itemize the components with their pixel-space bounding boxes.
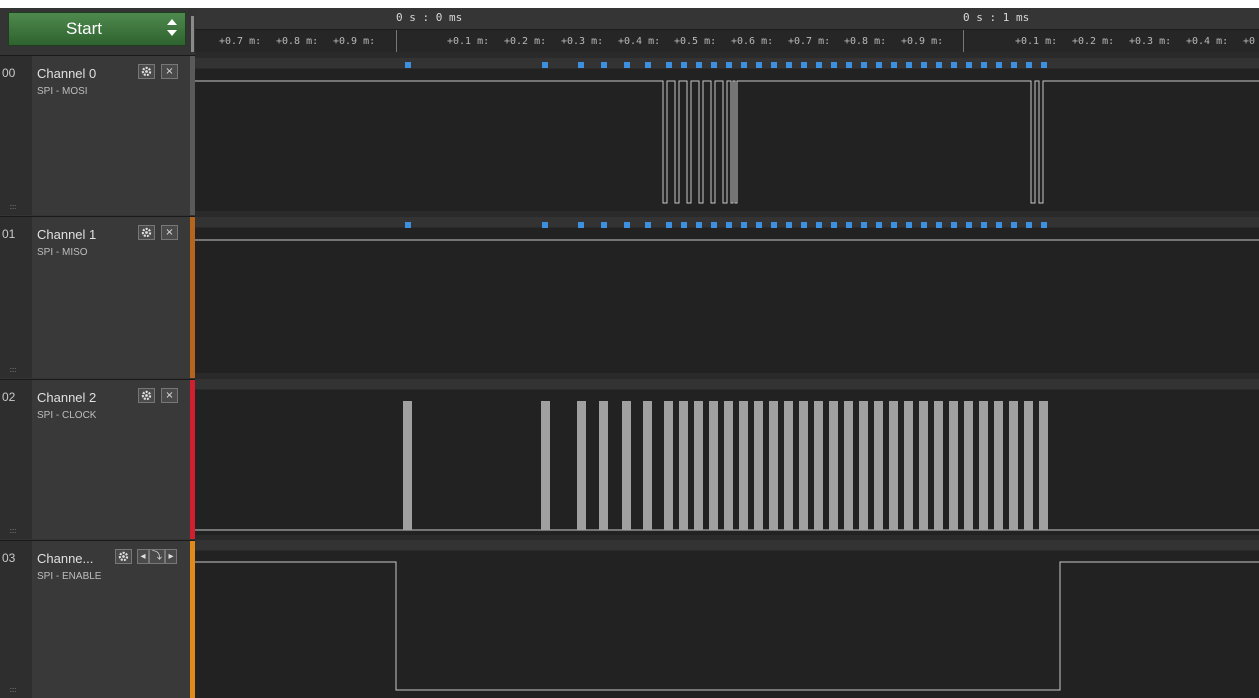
vertical-scrollbar[interactable] — [191, 16, 194, 52]
down-arrow-icon[interactable] — [167, 30, 177, 36]
channel-number-0: 00 — [0, 56, 32, 215]
gear-icon[interactable] — [138, 388, 155, 403]
channel-name-3[interactable]: Channe... — [37, 551, 93, 566]
gear-icon[interactable] — [115, 549, 132, 564]
mosi-trace — [195, 80, 1259, 204]
minor-time-label: +0.8 m: — [276, 36, 319, 47]
falling-edge-icon[interactable]: ⤵ — [149, 549, 165, 564]
minor-time-label: +0.7 m: — [788, 36, 831, 47]
minor-time-label: +0.4 m: — [618, 36, 661, 47]
minor-time-label: +0.2 m: — [1072, 36, 1115, 47]
start-updown-icon[interactable] — [163, 16, 181, 42]
clock-pulses — [403, 401, 1048, 530]
channel-panel-2: 02 :::: Channel 2 SPI - CLOCK × — [0, 379, 195, 539]
channel-number-1: 01 — [0, 217, 32, 378]
minor-time-label: +0.9 m: — [333, 36, 376, 47]
channel-analyzer-2: SPI - CLOCK — [37, 410, 97, 421]
enable-trace — [195, 561, 1259, 691]
start-label[interactable]: Start — [9, 13, 159, 45]
waveform-area[interactable] — [195, 52, 1259, 698]
major-time-label-0: 0 s : 0 ms — [396, 11, 463, 24]
minor-time-label: +0.3 m: — [1129, 36, 1172, 47]
prev-icon[interactable]: ◂ — [137, 549, 149, 564]
minor-time-label: +0.3 m: — [561, 36, 604, 47]
channel-analyzer-1: SPI - MISO — [37, 247, 88, 258]
minor-time-label: +0.8 m: — [844, 36, 887, 47]
channel-sidebar: Start 00 :::: Channel 0 SPI - MOSI × 01 … — [0, 8, 195, 698]
minor-time-label: +0.1 m: — [1015, 36, 1058, 47]
minor-time-label: +0.7 m: — [219, 36, 262, 47]
minor-time-label: +0 — [1243, 36, 1256, 47]
channel-panel-1: 01 :::: Channel 1 SPI - MISO × — [0, 216, 195, 378]
logic-analyzer-app: Start 00 :::: Channel 0 SPI - MOSI × 01 … — [0, 8, 1259, 698]
channel-number-2: 02 — [0, 380, 32, 539]
minor-time-label: +0.5 m: — [674, 36, 717, 47]
major-time-label-1: 0 s : 1 ms — [963, 11, 1030, 24]
major-tick — [963, 30, 964, 52]
drag-grip-icon[interactable]: :::: — [9, 202, 17, 211]
channel-panel-3: 03 :::: Channe... SPI - ENABLE ◂ ⤵ ▸ — [0, 540, 195, 698]
minor-time-label: +0.4 m: — [1186, 36, 1229, 47]
minor-time-label: +0.6 m: — [731, 36, 774, 47]
gear-icon[interactable] — [138, 225, 155, 240]
major-time-row — [195, 8, 1259, 30]
channel-analyzer-0: SPI - MOSI — [37, 86, 88, 97]
channel-name-2[interactable]: Channel 2 — [37, 390, 96, 405]
drag-grip-icon[interactable]: :::: — [9, 526, 17, 535]
time-ruler[interactable]: 0 s : 0 ms 0 s : 1 ms +0.7 m: +0.8 m: +0… — [195, 8, 1259, 52]
up-arrow-icon[interactable] — [167, 19, 177, 25]
channel-number-3: 03 — [0, 541, 32, 698]
channel-panel-0: 00 :::: Channel 0 SPI - MOSI × — [0, 55, 195, 215]
next-icon[interactable]: ▸ — [165, 549, 177, 564]
gear-icon[interactable] — [138, 64, 155, 79]
close-icon[interactable]: × — [161, 388, 178, 403]
waveform-traces — [195, 80, 1259, 691]
minor-time-label: +0.9 m: — [901, 36, 944, 47]
minor-time-label: +0.2 m: — [504, 36, 547, 47]
major-tick — [396, 30, 397, 52]
drag-grip-icon[interactable]: :::: — [9, 365, 17, 374]
minor-time-label: +0.1 m: — [447, 36, 490, 47]
channel-analyzer-3: SPI - ENABLE — [37, 571, 102, 582]
close-icon[interactable]: × — [161, 64, 178, 79]
channel-name-1[interactable]: Channel 1 — [37, 227, 96, 242]
close-icon[interactable]: × — [161, 225, 178, 240]
drag-grip-icon[interactable]: :::: — [9, 685, 17, 694]
channel-name-0[interactable]: Channel 0 — [37, 66, 96, 81]
start-button[interactable]: Start — [8, 12, 186, 46]
